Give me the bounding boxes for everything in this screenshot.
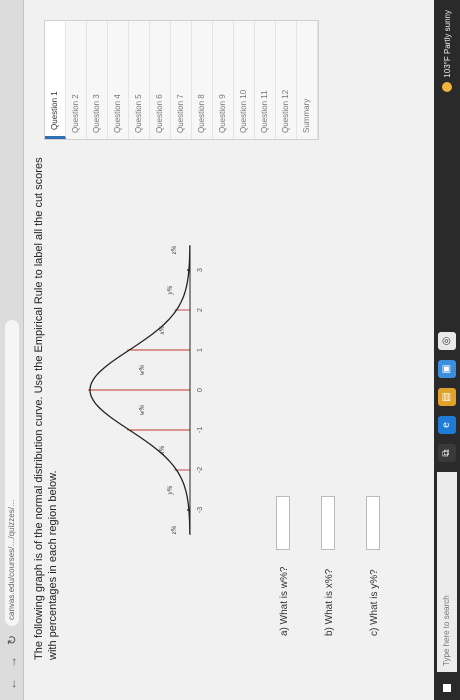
address-bar[interactable]: canvas.edu/courses/…/quizzes/… — [4, 320, 19, 626]
question-nav-item[interactable]: Question 1 — [45, 21, 66, 139]
region-label: y% — [166, 485, 174, 495]
question-nav-item[interactable]: Question 8 — [192, 21, 213, 139]
question-nav-item[interactable]: Question 3 — [87, 21, 108, 139]
question-nav-item[interactable]: Question 7 — [171, 21, 192, 139]
start-button[interactable] — [434, 676, 460, 700]
question-nav-item[interactable]: Question 12 — [276, 21, 297, 139]
normal-curve-graph: -3 -2 -1 0 1 2 3 z% y% x% w% w% x% y% z% — [88, 245, 204, 536]
sun-icon — [442, 81, 452, 92]
question-nav-item[interactable]: Question 6 — [150, 21, 171, 139]
task-view-icon[interactable]: ⧉ — [438, 444, 456, 462]
question-nav-item[interactable]: Question 5 — [129, 21, 150, 139]
region-label: z% — [170, 526, 178, 536]
question-nav-item[interactable]: Question 11 — [255, 21, 276, 139]
chrome-icon[interactable]: ◎ — [438, 332, 456, 350]
file-explorer-icon[interactable]: ▤ — [438, 388, 456, 406]
windows-logo-icon — [442, 683, 452, 693]
browser-toolbar: ← → ↻ canvas.edu/courses/…/quizzes/… — [0, 0, 24, 700]
store-icon[interactable]: ▣ — [438, 360, 456, 378]
sub-question-b: b) What is x%? — [324, 568, 335, 636]
tick-label: -3 — [197, 507, 204, 513]
region-label: w% — [138, 365, 146, 376]
sub-question-c: c) What is y%? — [369, 569, 380, 636]
tick-label: -1 — [197, 427, 204, 433]
answer-input-b[interactable] — [321, 496, 335, 550]
region-label: z% — [170, 246, 178, 256]
answer-input-c[interactable] — [366, 496, 380, 550]
question-navigation: Question 1 Question 2 Question 3 Question 4… — [44, 20, 319, 140]
region-label: x% — [158, 325, 166, 335]
tick-label: 0 — [197, 388, 204, 392]
windows-taskbar: Type here to search ⧉ e ▤ ▣ ◎ 103°F Part… — [434, 0, 460, 700]
weather-widget[interactable]: 103°F Partly sunny — [442, 10, 452, 92]
sub-question-a: a) What is w%? — [279, 566, 290, 636]
tick-label: -2 — [197, 467, 204, 473]
photographed-screen: ← → ↻ canvas.edu/courses/…/quizzes/… The… — [0, 0, 460, 700]
back-icon[interactable]: ← — [5, 676, 19, 692]
tick-label: 3 — [197, 268, 204, 272]
forward-icon[interactable]: → — [5, 654, 19, 670]
region-label: w% — [138, 405, 146, 416]
tick-label: 2 — [197, 308, 204, 312]
cut-lines — [88, 269, 190, 511]
question-prompt: The following graph is of the normal dis… — [33, 157, 59, 660]
answer-input-a[interactable] — [276, 496, 290, 550]
reload-icon[interactable]: ↻ — [5, 632, 19, 648]
question-nav-item[interactable]: Summary — [297, 21, 318, 139]
question-nav-item[interactable]: Question 10 — [234, 21, 255, 139]
weather-text: 103°F Partly sunny — [442, 10, 452, 78]
question-nav-item[interactable]: Question 4 — [108, 21, 129, 139]
tick-label: 1 — [197, 348, 204, 352]
region-label: x% — [158, 445, 166, 455]
region-label: y% — [166, 285, 174, 295]
tick-labels: -3 -2 -1 0 1 2 3 — [197, 268, 204, 513]
taskbar-search[interactable]: Type here to search — [437, 472, 457, 672]
question-nav-item[interactable]: Question 9 — [213, 21, 234, 139]
edge-browser-icon[interactable]: e — [438, 416, 456, 434]
question-nav-item[interactable]: Question 2 — [66, 21, 87, 139]
quiz-page: The following graph is of the normal dis… — [24, 0, 434, 700]
